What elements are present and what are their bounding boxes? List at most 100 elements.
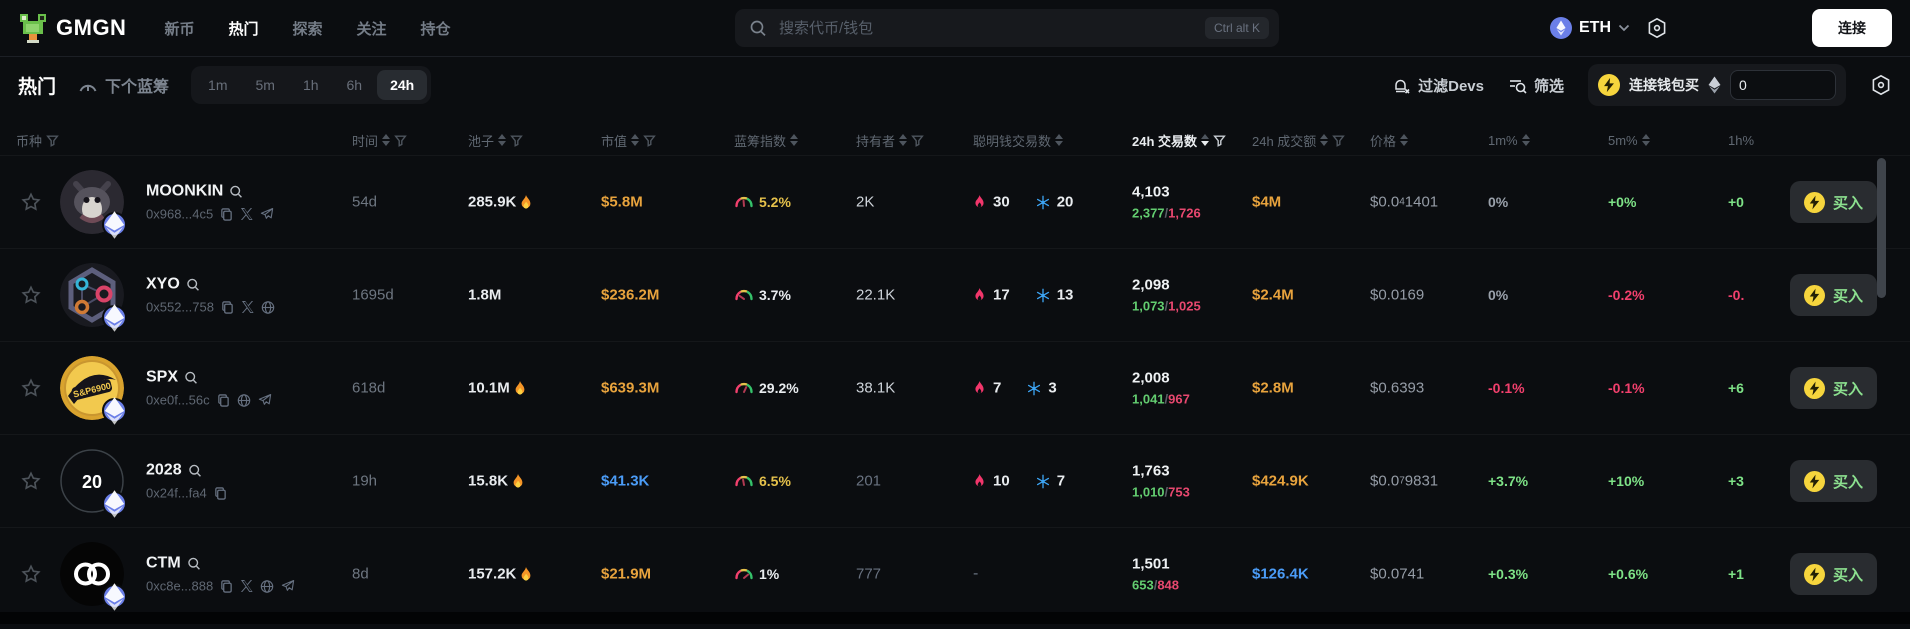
settings-icon[interactable]	[1646, 17, 1668, 39]
twitter-x-icon[interactable]	[240, 208, 253, 221]
bluechip-gauge-icon	[734, 195, 754, 209]
token-avatar[interactable]	[60, 170, 124, 234]
search-token-icon[interactable]	[184, 371, 198, 385]
token-name[interactable]: XYO	[146, 276, 275, 294]
table-settings-icon[interactable]	[1870, 74, 1892, 96]
header-bluechip-index[interactable]: 蓝筹指数	[734, 125, 798, 155]
website-globe-icon[interactable]	[237, 393, 251, 407]
header-price[interactable]: 价格	[1370, 125, 1408, 155]
header-1m-change[interactable]: 1m%	[1488, 125, 1530, 155]
token-liquidity: 157.2K	[468, 566, 533, 583]
header-token[interactable]: 币种	[16, 125, 59, 155]
header-smart-money[interactable]: 聪明钱交易数	[973, 125, 1063, 155]
filter-devs-button[interactable]: 过滤Devs	[1392, 75, 1484, 96]
favorite-star-icon[interactable]	[20, 563, 42, 585]
copy-address-icon[interactable]	[217, 393, 230, 407]
tab-1h[interactable]: 1h	[290, 70, 332, 100]
search-token-icon[interactable]	[188, 464, 202, 478]
header-liquidity[interactable]: 池子	[468, 125, 523, 155]
eth-diamond-icon	[1708, 76, 1721, 94]
tab-5m[interactable]: 5m	[242, 70, 287, 100]
token-bluechip-index: 6.5%	[734, 473, 791, 489]
token-1h-change: +1	[1728, 566, 1762, 582]
header-1h-change[interactable]: 1h%	[1728, 125, 1754, 155]
connect-wallet-button[interactable]: 连接	[1812, 9, 1892, 47]
bluechip-gauge-icon	[734, 288, 754, 302]
top-navbar: GMGN 新币 热门 探索 关注 持仓 Ctrl alt K ETH	[0, 0, 1910, 56]
token-name[interactable]: CTM	[146, 555, 295, 573]
nav-item-new[interactable]: 新币	[164, 18, 194, 39]
copy-address-icon[interactable]	[220, 579, 233, 593]
header-market-cap[interactable]: 市值	[601, 125, 656, 155]
smart-sell-snowflake-icon	[1027, 381, 1041, 395]
search-bar[interactable]: Ctrl alt K	[735, 9, 1279, 47]
nav-item-watchlist[interactable]: 关注	[357, 18, 387, 39]
header-age[interactable]: 时间	[352, 125, 407, 155]
header-24h-volume[interactable]: 24h 成交额	[1252, 125, 1345, 155]
time-range-tabs: 1m 5m 1h 6h 24h	[191, 66, 431, 104]
token-age: 54d	[352, 194, 377, 211]
token-name[interactable]: MOONKIN	[146, 183, 274, 201]
token-avatar[interactable]: S&P6900	[60, 356, 124, 420]
token-avatar[interactable]	[60, 263, 124, 327]
token-bluechip-index: 3.7%	[734, 287, 791, 303]
token-1h-change: +0	[1728, 194, 1762, 210]
telegram-icon[interactable]	[260, 208, 274, 221]
website-globe-icon[interactable]	[260, 579, 274, 593]
nav-item-holdings[interactable]: 持仓	[421, 18, 451, 39]
sort-icon	[1400, 134, 1408, 146]
token-smart-money: 30 20	[973, 194, 1073, 211]
copy-address-icon[interactable]	[221, 300, 234, 314]
header-holders[interactable]: 持有者	[856, 125, 924, 155]
token-24h-txs: 2,098 1,073/1,025	[1132, 277, 1201, 314]
search-input[interactable]	[777, 19, 1195, 38]
header-24h-txs[interactable]: 24h 交易数	[1132, 125, 1226, 155]
avatar-image	[60, 542, 124, 606]
nav-item-trending[interactable]: 热门	[228, 18, 258, 39]
favorite-star-icon[interactable]	[20, 470, 42, 492]
token-name[interactable]: SPX	[146, 369, 272, 387]
buy-button[interactable]: 买入	[1790, 181, 1877, 223]
token-1m-change: +3.7%	[1488, 473, 1528, 489]
buy-button[interactable]: 买入	[1790, 460, 1877, 502]
lightning-icon	[1598, 74, 1620, 96]
telegram-icon[interactable]	[281, 580, 295, 593]
buy-button[interactable]: 买入	[1790, 553, 1877, 595]
copy-address-icon[interactable]	[220, 207, 233, 221]
tab-6h[interactable]: 6h	[334, 70, 376, 100]
favorite-star-icon[interactable]	[20, 284, 42, 306]
chain-selector[interactable]: ETH	[1550, 17, 1630, 39]
tab-24h[interactable]: 24h	[377, 70, 427, 100]
tab-1m[interactable]: 1m	[195, 70, 240, 100]
nav-item-explore[interactable]: 探索	[292, 18, 322, 39]
next-bluechip-link[interactable]: 下个蓝筹	[78, 73, 169, 97]
quick-buy-amount-input[interactable]	[1730, 70, 1836, 100]
favorite-star-icon[interactable]	[20, 377, 42, 399]
token-24h-txs: 1,763 1,010/753	[1132, 463, 1190, 500]
gmgn-logo[interactable]: GMGN	[18, 12, 126, 44]
token-liquidity: 1.8M	[468, 287, 501, 304]
buy-button[interactable]: 买入	[1790, 367, 1877, 409]
buy-button[interactable]: 买入	[1790, 274, 1877, 316]
token-price: $0.041401	[1370, 194, 1438, 211]
token-name[interactable]: 2028	[146, 462, 227, 480]
twitter-x-icon[interactable]	[240, 580, 253, 593]
copy-address-icon[interactable]	[214, 486, 227, 500]
vertical-scrollbar[interactable]	[1877, 158, 1886, 298]
buy-cell: 买入	[1790, 181, 1877, 223]
header-5m-change[interactable]: 5m%	[1608, 125, 1650, 155]
telegram-icon[interactable]	[258, 394, 272, 407]
token-1h-change: +6	[1728, 380, 1762, 396]
token-avatar[interactable]: 20	[60, 449, 124, 513]
next-bluechip-label: 下个蓝筹	[105, 73, 169, 97]
website-globe-icon[interactable]	[261, 300, 275, 314]
token-avatar[interactable]	[60, 542, 124, 606]
search-token-icon[interactable]	[187, 557, 201, 571]
search-token-icon[interactable]	[186, 278, 200, 292]
twitter-x-icon[interactable]	[241, 301, 254, 314]
search-token-icon[interactable]	[229, 185, 243, 199]
filter-button[interactable]: 筛选	[1508, 75, 1564, 96]
favorite-star-icon[interactable]	[20, 191, 42, 213]
bluechip-gauge-icon	[734, 474, 754, 488]
token-holders: 201	[856, 473, 881, 490]
